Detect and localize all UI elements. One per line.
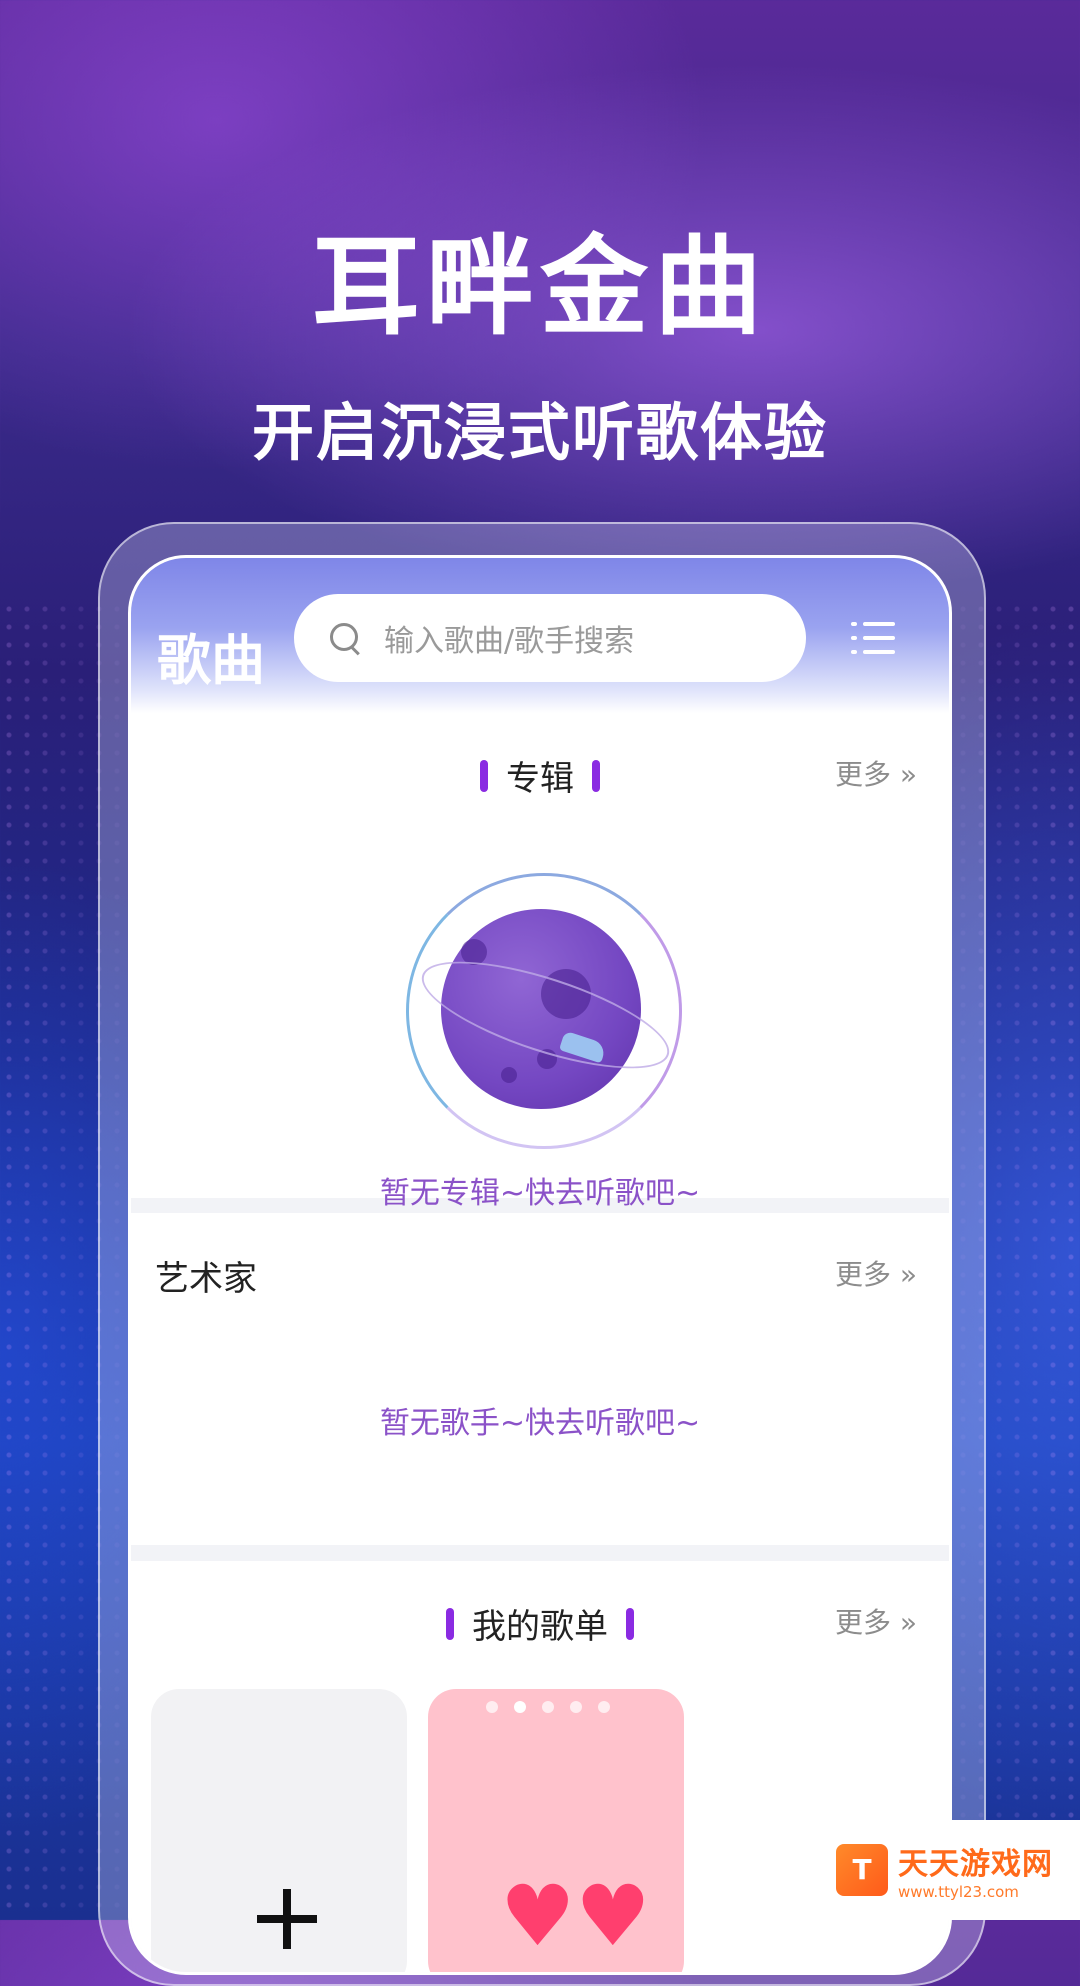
artist-empty-text: 暂无歌手~快去听歌吧~ bbox=[379, 1406, 701, 1441]
playlist-section-title: 我的歌单 bbox=[131, 1599, 949, 1648]
search-placeholder: 输入歌曲/歌手搜索 bbox=[384, 624, 635, 659]
watermark-name: 天天游戏网 bbox=[898, 1847, 1053, 1882]
artist-more-link[interactable]: 更多 » bbox=[835, 1253, 917, 1293]
promo-subline: 开启沉浸式听歌体验 bbox=[251, 396, 828, 469]
promo-headline: 耳畔金曲 bbox=[311, 225, 768, 350]
favorites-playlist-card[interactable]: ♥♥ bbox=[428, 1689, 684, 1972]
create-playlist-card[interactable] bbox=[151, 1689, 407, 1972]
app-header: 歌曲 输入歌曲/歌手搜索 bbox=[131, 558, 949, 713]
plus-icon bbox=[257, 1889, 317, 1949]
artist-section: 艺术家 更多 » 暂无歌手~快去听歌吧~ bbox=[131, 1213, 949, 1545]
planet-illustration bbox=[401, 873, 691, 1153]
search-icon bbox=[330, 623, 360, 656]
carousel-indicator bbox=[486, 1701, 610, 1713]
app-screen: 歌曲 输入歌曲/歌手搜索 专辑 更多 » 暂无专辑~快去听歌吧~ 艺术家 更多 … bbox=[128, 555, 952, 1975]
playlist-more-link[interactable]: 更多 » bbox=[835, 1601, 917, 1641]
watermark-logo: T bbox=[836, 1844, 888, 1896]
artist-section-title: 艺术家 bbox=[155, 1259, 257, 1299]
page-title: 歌曲 bbox=[157, 629, 265, 692]
album-section: 专辑 更多 » 暂无专辑~快去听歌吧~ bbox=[131, 713, 949, 1211]
watermark-url: www.ttyl23.com bbox=[898, 1883, 1019, 1901]
list-menu-icon[interactable] bbox=[851, 616, 895, 660]
album-more-link[interactable]: 更多 » bbox=[835, 753, 917, 793]
album-empty-text: 暂无专辑~快去听歌吧~ bbox=[379, 1176, 701, 1211]
album-section-title: 专辑 bbox=[131, 751, 949, 800]
hearts-icon: ♥♥ bbox=[500, 1867, 651, 1965]
site-watermark: T 天天游戏网 www.ttyl23.com bbox=[820, 1820, 1080, 1920]
search-input[interactable]: 输入歌曲/歌手搜索 bbox=[294, 594, 806, 682]
